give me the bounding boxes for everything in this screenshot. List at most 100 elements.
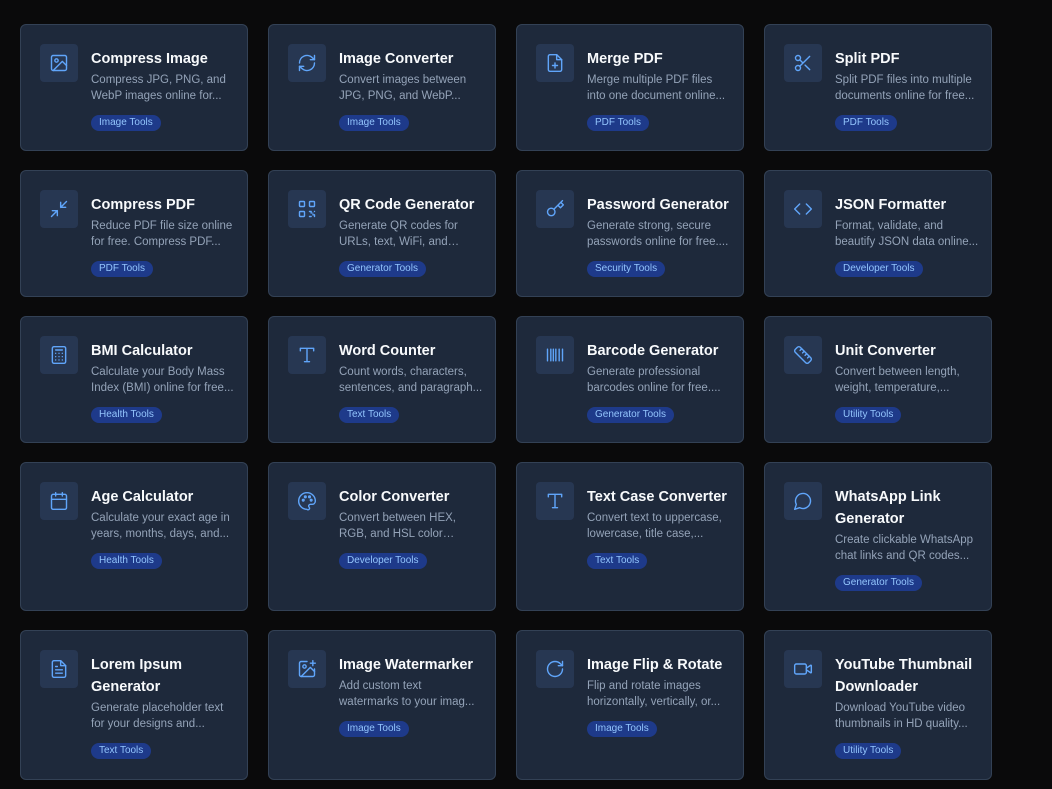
- tool-card-youtube-thumbnail-downloader[interactable]: YouTube Thumbnail Downloader Download You…: [764, 630, 992, 780]
- tool-description: Add custom text watermarks to your imag.…: [339, 680, 475, 708]
- tool-title: YouTube Thumbnail Downloader: [835, 657, 973, 695]
- tool-card-body: Merge PDF Merge multiple PDF files into o…: [587, 48, 731, 131]
- tool-card-body: Image Watermarker Add custom text waterma…: [339, 654, 483, 737]
- scissors-icon: [784, 44, 822, 82]
- tool-card-image-converter[interactable]: Image Converter Convert images between JP…: [268, 24, 496, 151]
- tool-description: Split PDF files into multiple documents …: [835, 74, 975, 102]
- tool-description: Calculate your Body Mass Index (BMI) onl…: [91, 366, 234, 394]
- tool-category-badge: PDF Tools: [587, 115, 649, 131]
- tool-category-badge: Generator Tools: [835, 575, 922, 591]
- tool-card-compress-pdf[interactable]: Compress PDF Reduce PDF file size online …: [20, 170, 248, 297]
- key-icon: [536, 190, 574, 228]
- tool-category-badge: Health Tools: [91, 553, 162, 569]
- tool-card-unit-converter[interactable]: Unit Converter Convert between length, we…: [764, 316, 992, 443]
- tool-card-body: Split PDF Split PDF files into multiple d…: [835, 48, 979, 131]
- image-plus-icon: [288, 650, 326, 688]
- calendar-icon: [40, 482, 78, 520]
- tool-category-badge: Developer Tools: [339, 553, 427, 569]
- tool-card-merge-pdf[interactable]: Merge PDF Merge multiple PDF files into o…: [516, 24, 744, 151]
- tool-category-badge: PDF Tools: [91, 261, 153, 277]
- tool-card-text-case-converter[interactable]: Text Case Converter Convert text to upper…: [516, 462, 744, 611]
- tool-card-body: Compress PDF Reduce PDF file size online …: [91, 194, 235, 277]
- tool-category-badge: Text Tools: [587, 553, 648, 569]
- tool-category-badge: Text Tools: [91, 743, 152, 759]
- tool-category-badge: Security Tools: [587, 261, 666, 277]
- tool-card-body: WhatsApp Link Generator Create clickable …: [835, 486, 979, 591]
- tool-title: Unit Converter: [835, 343, 936, 359]
- tool-category-badge: Health Tools: [91, 407, 162, 423]
- tool-card-lorem-ipsum-generator[interactable]: Lorem Ipsum Generator Generate placeholde…: [20, 630, 248, 780]
- tool-description: Merge multiple PDF files into one docume…: [587, 74, 726, 102]
- tool-title: Image Watermarker: [339, 657, 474, 673]
- tool-card-bmi-calculator[interactable]: BMI Calculator Calculate your Body Mass I…: [20, 316, 248, 443]
- tool-category-badge: Utility Tools: [835, 407, 902, 423]
- tool-card-compress-image[interactable]: Compress Image Compress JPG, PNG, and Web…: [20, 24, 248, 151]
- tools-grid: Compress Image Compress JPG, PNG, and Web…: [0, 0, 1052, 789]
- type-icon: [536, 482, 574, 520]
- tool-title: Compress PDF: [91, 197, 195, 213]
- tool-description: Count words, characters, sentences, and …: [339, 366, 483, 394]
- type-icon: [288, 336, 326, 374]
- tool-category-badge: Generator Tools: [587, 407, 674, 423]
- tool-description: Convert between length, weight, temperat…: [835, 366, 960, 394]
- tool-description: Flip and rotate images horizontally, ver…: [587, 680, 721, 708]
- tool-category-badge: Utility Tools: [835, 743, 902, 759]
- tool-card-body: Barcode Generator Generate professional b…: [587, 340, 731, 423]
- tool-card-age-calculator[interactable]: Age Calculator Calculate your exact age i…: [20, 462, 248, 611]
- tool-title: Image Converter: [339, 51, 454, 67]
- palette-icon: [288, 482, 326, 520]
- tool-title: Lorem Ipsum Generator: [91, 657, 183, 695]
- tool-card-body: BMI Calculator Calculate your Body Mass I…: [91, 340, 235, 423]
- tool-title: Split PDF: [835, 51, 900, 67]
- tool-category-badge: Generator Tools: [339, 261, 426, 277]
- tool-card-split-pdf[interactable]: Split PDF Split PDF files into multiple d…: [764, 24, 992, 151]
- tool-card-color-converter[interactable]: Color Converter Convert between HEX, RGB,…: [268, 462, 496, 611]
- code-icon: [784, 190, 822, 228]
- tool-card-body: Compress Image Compress JPG, PNG, and Web…: [91, 48, 235, 131]
- tool-category-badge: Image Tools: [339, 115, 409, 131]
- tool-category-badge: Developer Tools: [835, 261, 923, 277]
- tool-description: Generate QR codes for URLs, text, WiFi, …: [339, 220, 458, 248]
- document-text-icon: [40, 650, 78, 688]
- tool-card-body: Lorem Ipsum Generator Generate placeholde…: [91, 654, 235, 759]
- tool-description: Generate placeholder text for your desig…: [91, 702, 224, 730]
- tool-title: BMI Calculator: [91, 343, 193, 359]
- tool-card-word-counter[interactable]: Word Counter Count words, characters, sen…: [268, 316, 496, 443]
- tool-title: Password Generator: [587, 197, 729, 213]
- calculator-icon: [40, 336, 78, 374]
- tool-card-body: JSON Formatter Format, validate, and beau…: [835, 194, 979, 277]
- tool-card-body: Text Case Converter Convert text to upper…: [587, 486, 731, 569]
- tool-description: Calculate your exact age in years, month…: [91, 512, 230, 540]
- tool-card-body: Image Flip & Rotate Flip and rotate image…: [587, 654, 731, 737]
- tool-description: Generate professional barcodes online fo…: [587, 366, 721, 394]
- tool-description: Format, validate, and beautify JSON data…: [835, 220, 979, 248]
- tool-card-body: Color Converter Convert between HEX, RGB,…: [339, 486, 483, 569]
- tool-card-json-formatter[interactable]: JSON Formatter Format, validate, and beau…: [764, 170, 992, 297]
- tool-card-body: Password Generator Generate strong, secur…: [587, 194, 731, 277]
- tool-description: Generate strong, secure passwords online…: [587, 220, 729, 248]
- tool-card-barcode-generator[interactable]: Barcode Generator Generate professional b…: [516, 316, 744, 443]
- tool-card-body: Age Calculator Calculate your exact age i…: [91, 486, 235, 569]
- tool-title: Merge PDF: [587, 51, 663, 67]
- tool-card-image-watermarker[interactable]: Image Watermarker Add custom text waterma…: [268, 630, 496, 780]
- chat-bubble-icon: [784, 482, 822, 520]
- tool-card-image-flip-and-rotate[interactable]: Image Flip & Rotate Flip and rotate image…: [516, 630, 744, 780]
- tool-description: Convert images between JPG, PNG, and Web…: [339, 74, 467, 102]
- rotate-icon: [536, 650, 574, 688]
- tool-title: JSON Formatter: [835, 197, 947, 213]
- tool-category-badge: PDF Tools: [835, 115, 897, 131]
- tool-description: Reduce PDF file size online for free. Co…: [91, 220, 233, 248]
- tool-title: WhatsApp Link Generator: [835, 489, 941, 527]
- tool-card-password-generator[interactable]: Password Generator Generate strong, secur…: [516, 170, 744, 297]
- tool-card-whatsapp-link-generator[interactable]: WhatsApp Link Generator Create clickable …: [764, 462, 992, 611]
- tool-title: Compress Image: [91, 51, 208, 67]
- video-icon: [784, 650, 822, 688]
- tool-title: Word Counter: [339, 343, 436, 359]
- tool-card-body: QR Code Generator Generate QR codes for U…: [339, 194, 483, 277]
- tool-description: Convert text to uppercase, lowercase, ti…: [587, 512, 722, 540]
- tool-category-badge: Image Tools: [587, 721, 657, 737]
- tool-category-badge: Image Tools: [91, 115, 161, 131]
- tool-card-qr-code-generator[interactable]: QR Code Generator Generate QR codes for U…: [268, 170, 496, 297]
- tool-title: Image Flip & Rotate: [587, 657, 723, 673]
- tool-title: Age Calculator: [91, 489, 194, 505]
